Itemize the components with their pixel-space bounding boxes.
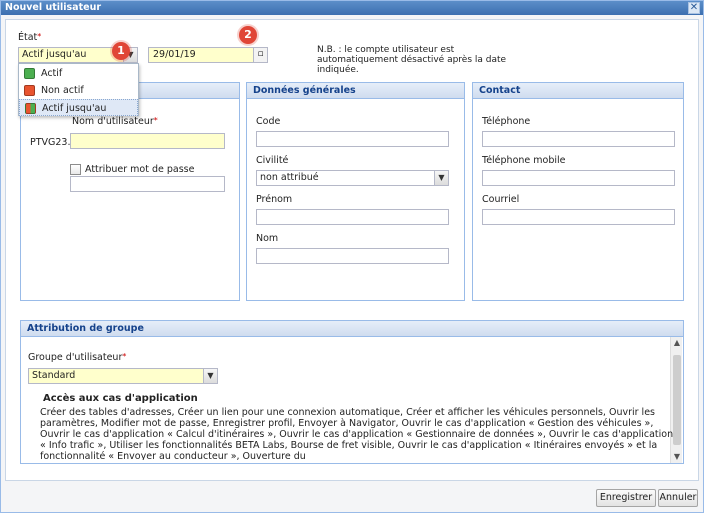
civilite-select[interactable]: non attribué ▼: [256, 170, 449, 186]
callout-marker-2: 2: [239, 26, 257, 44]
save-button[interactable]: Enregistrer: [596, 489, 656, 507]
phone-input[interactable]: [482, 131, 675, 147]
etat-option-label: Actif jusqu'au: [42, 103, 107, 114]
mobile-label: Téléphone mobile: [482, 155, 566, 166]
nom-input[interactable]: [256, 248, 449, 264]
expiry-note: N.B. : le compte utilisateur est automat…: [317, 45, 507, 75]
status-mixed-icon: [25, 103, 36, 114]
email-label: Courriel: [482, 194, 520, 205]
code-label: Code: [256, 116, 281, 127]
contact-panel-title: Contact: [473, 83, 683, 99]
window-titlebar: Nouvel utilisateur ✕: [1, 1, 703, 15]
etat-option-actif[interactable]: Actif: [19, 65, 138, 82]
general-panel-title: Données générales: [247, 83, 464, 99]
cancel-button[interactable]: Annuler: [658, 489, 698, 507]
chevron-down-icon[interactable]: ▼: [203, 369, 217, 383]
etat-label: État*: [18, 32, 42, 43]
group-label: Groupe d'utilisateur*: [28, 352, 127, 363]
username-prefix: PTVG23.: [30, 137, 71, 148]
username-input[interactable]: [70, 133, 225, 149]
civilite-label: Civilité: [256, 155, 289, 166]
group-select[interactable]: Standard ▼: [28, 368, 218, 384]
dialog-body: État* Actif jusqu'au ▼ 1 29/01/19 ▫ 2 N.…: [5, 19, 699, 481]
etat-option-label: Actif: [41, 68, 63, 79]
calendar-icon[interactable]: ▫: [253, 48, 267, 62]
group-panel-title: Attribution de groupe: [21, 321, 683, 337]
password-input[interactable]: [70, 176, 225, 192]
password-checkbox-label: Attribuer mot de passe: [85, 164, 195, 175]
username-label: Nom d'utilisateur*: [72, 116, 158, 127]
status-green-icon: [24, 68, 35, 79]
general-panel: Données générales Code Civilité non attr…: [246, 82, 465, 301]
etat-select-value: Actif jusqu'au: [22, 49, 87, 60]
etat-dropdown-list: Actif Non actif Actif jusqu'au: [18, 63, 139, 116]
expiry-date-value: 29/01/19: [153, 49, 196, 60]
expiry-date-field[interactable]: 29/01/19 ▫: [148, 47, 268, 63]
window-title: Nouvel utilisateur: [5, 2, 102, 13]
etat-option-non-actif[interactable]: Non actif: [19, 82, 138, 99]
prenom-input[interactable]: [256, 209, 449, 225]
callout-marker-1: 1: [112, 42, 130, 60]
group-select-value: Standard: [32, 370, 76, 381]
code-input[interactable]: [256, 131, 449, 147]
new-user-window: Nouvel utilisateur ✕ État* Actif jusqu'a…: [0, 0, 704, 513]
access-description: Créer des tables d'adresses, Créer un li…: [40, 407, 674, 460]
status-red-icon: [24, 85, 35, 96]
civilite-select-value: non attribué: [260, 172, 319, 183]
contact-panel: Contact Téléphone Téléphone mobile Courr…: [472, 82, 684, 301]
password-checkbox[interactable]: [70, 164, 81, 175]
email-input[interactable]: [482, 209, 675, 225]
mobile-input[interactable]: [482, 170, 675, 186]
prenom-label: Prénom: [256, 194, 293, 205]
phone-label: Téléphone: [482, 116, 531, 127]
etat-option-actif-jusqu[interactable]: Actif jusqu'au: [19, 99, 138, 116]
chevron-down-icon[interactable]: ▼: [434, 171, 448, 185]
access-title: Accès aux cas d'application: [43, 393, 198, 404]
nom-label: Nom: [256, 233, 279, 244]
close-icon[interactable]: ✕: [688, 2, 700, 14]
etat-option-label: Non actif: [41, 85, 84, 96]
scroll-up-icon[interactable]: ▲: [671, 337, 683, 349]
